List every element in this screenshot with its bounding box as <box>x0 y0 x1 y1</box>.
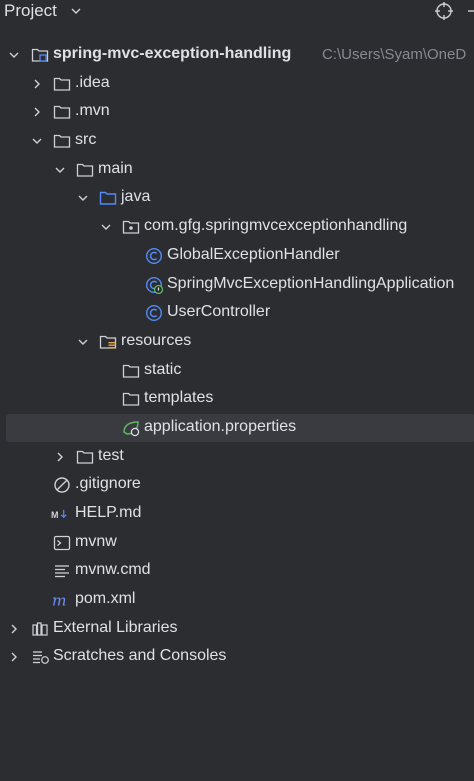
tree-node-label: java <box>121 188 151 206</box>
folder-icon <box>122 393 140 406</box>
chevron-down-icon[interactable] <box>54 164 66 176</box>
tree-node-label: External Libraries <box>53 618 178 636</box>
chevron-down-icon[interactable] <box>77 192 89 204</box>
more-options-icon[interactable] <box>466 1 474 21</box>
chevron-right-icon[interactable] <box>8 651 20 663</box>
folder-icon <box>76 163 94 177</box>
chevron-down-icon[interactable] <box>100 221 112 233</box>
tree-node-help-md[interactable]: M HELP.md <box>0 500 474 529</box>
shell-script-icon <box>53 535 71 550</box>
tree-node-gitignore[interactable]: .gitignore <box>0 471 474 500</box>
markdown-file-icon: M <box>51 509 67 520</box>
tool-window-header: Project <box>0 0 474 26</box>
tree-node-mvnw[interactable]: mvnw <box>0 529 474 558</box>
package-icon <box>122 220 140 234</box>
tree-node-label: spring-mvc-exception-handling <box>53 45 292 62</box>
svg-text:m: m <box>52 591 67 609</box>
ignore-file-icon <box>54 477 70 494</box>
chevron-down-icon[interactable] <box>77 336 89 348</box>
folder-icon <box>53 106 71 120</box>
tree-node-scratches[interactable]: Scratches and Consoles <box>0 643 474 672</box>
text-file-icon <box>55 565 69 578</box>
folder-icon <box>76 450 94 464</box>
project-path-hint: C:\Users\Syam\OneD <box>322 46 467 63</box>
tree-node-label: main <box>98 159 133 177</box>
tree-node-label: .gitignore <box>75 475 141 493</box>
tree-node-label: src <box>75 131 97 149</box>
tree-node-class-global-exception-handler[interactable]: GlobalExceptionHandler <box>0 242 474 271</box>
tree-node-label: UserController <box>167 303 271 321</box>
tree-node-src[interactable]: src <box>0 127 474 156</box>
tree-node-mvn[interactable]: .mvn <box>0 98 474 127</box>
source-root-folder-icon <box>99 192 117 206</box>
svg-text:M: M <box>51 510 59 520</box>
tree-node-label: test <box>98 446 124 464</box>
folder-icon <box>122 364 140 378</box>
resources-folder-icon <box>99 335 117 349</box>
maven-file-icon: m <box>52 591 67 609</box>
tree-node-application-properties[interactable]: application.properties <box>0 413 474 443</box>
locate-icon[interactable] <box>434 1 454 21</box>
tree-node-package[interactable]: com.gfg.springmvcexceptionhandling <box>0 213 474 242</box>
tree-node-main[interactable]: main <box>0 156 474 185</box>
module-folder-icon <box>31 48 49 62</box>
chevron-down-icon[interactable] <box>70 5 82 17</box>
chevron-right-icon[interactable] <box>8 623 20 635</box>
tree-node-label: application.properties <box>144 417 297 435</box>
chevron-down-icon[interactable] <box>31 135 43 147</box>
tree-node-static[interactable]: static <box>0 357 474 386</box>
chevron-right-icon[interactable] <box>31 106 43 118</box>
folder-icon <box>53 134 71 148</box>
tree-node-idea[interactable]: .idea <box>0 70 474 99</box>
tree-node-resources[interactable]: resources <box>0 328 474 357</box>
tree-node-test[interactable]: test <box>0 443 474 472</box>
tree-node-label: pom.xml <box>75 590 136 608</box>
tree-node-label: .idea <box>75 73 110 91</box>
chevron-right-icon[interactable] <box>54 451 66 463</box>
tree-node-label: GlobalExceptionHandler <box>167 245 340 263</box>
tree-node-external-libraries[interactable]: External Libraries <box>0 615 474 644</box>
tool-window-title[interactable]: Project <box>4 1 57 21</box>
chevron-down-icon[interactable] <box>8 49 20 61</box>
tree-node-label: Scratches and Consoles <box>53 647 227 665</box>
project-tool-window: Project spring-mvc-exception-handling C:… <box>0 0 474 781</box>
chevron-right-icon[interactable] <box>31 78 43 90</box>
library-icon <box>32 622 48 636</box>
tree-node-pom-xml[interactable]: m pom.xml <box>0 586 474 615</box>
project-tree: spring-mvc-exception-handling C:\Users\S… <box>0 41 474 672</box>
tree-node-label: com.gfg.springmvcexceptionhandling <box>144 217 408 235</box>
folder-icon <box>53 77 71 91</box>
tree-node-mvnw-cmd[interactable]: mvnw.cmd <box>0 557 474 586</box>
spring-properties-icon <box>123 421 140 437</box>
tree-node-label: .mvn <box>75 102 110 120</box>
tree-node-label: SpringMvcExceptionHandlingApplication <box>167 274 455 292</box>
tree-node-class-application[interactable]: SpringMvcExceptionHandlingApplication <box>0 271 474 300</box>
tree-node-java[interactable]: java <box>0 184 474 213</box>
java-class-icon <box>145 305 163 322</box>
tree-node-label: mvnw.cmd <box>75 561 151 579</box>
scratches-icon <box>33 651 49 665</box>
tree-node-root[interactable]: spring-mvc-exception-handling C:\Users\S… <box>0 41 474 70</box>
tree-node-label: mvnw <box>75 532 117 550</box>
tree-node-label: HELP.md <box>75 504 142 521</box>
tree-node-templates[interactable]: templates <box>0 385 474 414</box>
java-class-icon <box>145 247 163 264</box>
tree-node-class-user-controller[interactable]: UserController <box>0 299 474 328</box>
tree-node-label: static <box>144 360 182 378</box>
spring-boot-class-icon <box>145 276 163 294</box>
tree-node-label: templates <box>144 389 214 407</box>
tree-node-label: resources <box>121 331 192 349</box>
